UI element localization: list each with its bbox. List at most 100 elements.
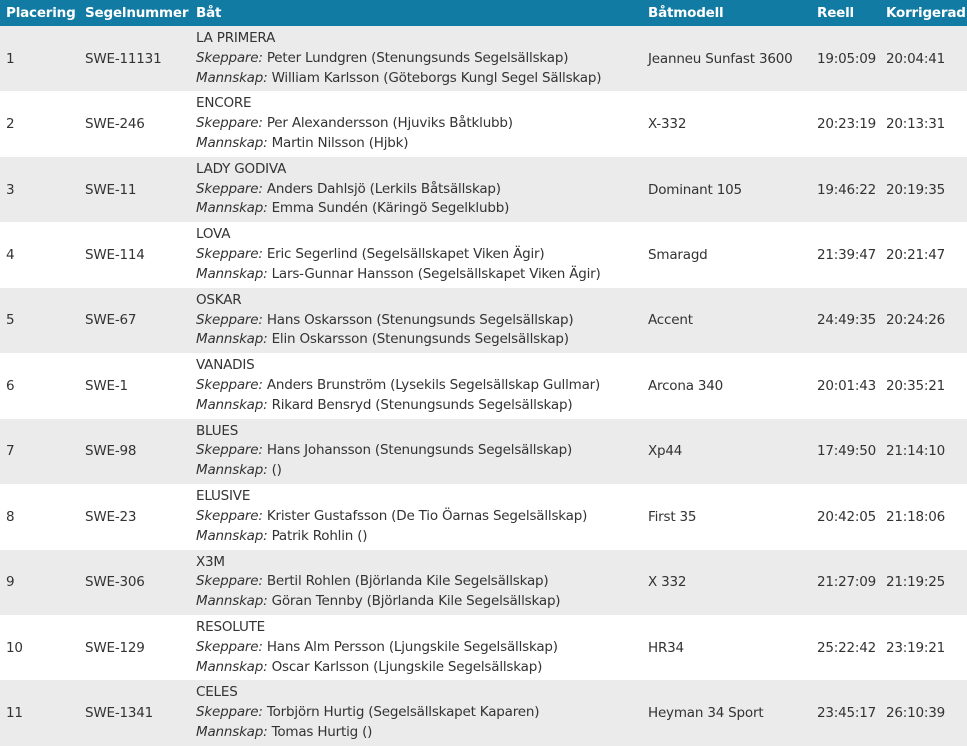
skipper-line: Skeppare: Per Alexandersson (Hjuviks Båt… — [196, 114, 642, 134]
skipper-line: Skeppare: Anders Brunström (Lysekils Seg… — [196, 376, 642, 396]
boat-name: VANADIS — [196, 357, 255, 374]
crew-value: Lars-Gunnar Hansson (Segelsällskapet Vik… — [271, 265, 601, 282]
table-row: 7 SWE-98 BLUES Skeppare: Hans Johansson (St… — [0, 418, 967, 485]
boat-name: CELES — [196, 684, 238, 701]
col-header-batmodell: Båtmodell — [648, 5, 724, 21]
crew-label: Mannskap: — [196, 69, 268, 86]
boat-model-cell: Dominant 105 — [648, 181, 742, 198]
skipper-line: Skeppare: Hans Alm Persson (Ljungskile S… — [196, 638, 642, 658]
boat-name: ENCORE — [196, 95, 252, 112]
boat-model-cell: HR34 — [648, 639, 684, 656]
placement-cell: 1 — [6, 50, 15, 67]
crew-label: Mannskap: — [196, 527, 268, 544]
crew-label: Mannskap: — [196, 593, 268, 610]
skipper-label: Skeppare: — [196, 377, 263, 393]
boat-cell: BLUES Skeppare: Hans Johansson (Stenungsu… — [190, 419, 642, 484]
col-header-bat: Båt — [196, 5, 222, 21]
corrected-time-cell: 26:10:39 — [886, 705, 946, 722]
skipper-label: Skeppare: — [196, 115, 263, 132]
boat-cell: LA PRIMERA Skeppare: Peter Lundgren (Sten… — [190, 26, 642, 91]
boat-cell: X3M Skeppare: Bertil Rohlen (Björlanda Ki… — [190, 550, 642, 615]
sail-number-cell: SWE-98 — [85, 443, 137, 460]
placement-cell: 11 — [6, 705, 23, 722]
crew-line: Mannskap: Elin Oskarsson (Stenungsunds S… — [196, 330, 642, 350]
crew-label: Mannskap: — [196, 723, 268, 740]
real-time-cell: 20:23:19 — [817, 116, 877, 133]
skipper-line: Skeppare: Hans Johansson (Stenungsunds S… — [196, 441, 642, 461]
sail-number-cell: SWE-114 — [85, 247, 145, 264]
boat-cell: RESOLUTE Skeppare: Hans Alm Persson (Ljun… — [190, 615, 642, 680]
sail-number-cell: SWE-23 — [85, 508, 137, 525]
skipper-label: Skeppare: — [196, 573, 263, 590]
crew-line: Mannskap: Oscar Karlsson (Ljungskile Seg… — [196, 658, 642, 678]
skipper-line: Skeppare: Krister Gustafsson (De Tio Öar… — [196, 507, 642, 527]
table-row: 4 SWE-114 LOVA Skeppare: Eric Segerlind (Se… — [0, 222, 967, 288]
table-row: 6 SWE-1 VANADIS Skeppare: Anders Brunström … — [0, 353, 967, 419]
boat-cell: VANADIS Skeppare: Anders Brunström (Lysek… — [190, 353, 642, 418]
crew-label: Mannskap: — [196, 200, 268, 217]
skipper-label: Skeppare: — [196, 49, 263, 66]
skipper-line: Skeppare: Hans Oskarsson (Stenungsunds S… — [196, 311, 642, 331]
table-row: 2 SWE-246 ENCORE Skeppare: Per Alexandersso… — [0, 91, 967, 157]
boat-cell: ENCORE Skeppare: Per Alexandersson (Hjuvi… — [190, 91, 642, 156]
boat-name: LA PRIMERA — [196, 30, 276, 47]
skipper-line: Skeppare: Anders Dahlsjö (Lerkils Båtsäl… — [196, 180, 642, 200]
corrected-time-cell: 20:04:41 — [886, 50, 946, 67]
crew-line: Mannskap: Emma Sundén (Käringö Segelklub… — [196, 199, 642, 219]
crew-line: Mannskap: Martin Nilsson (Hjbk) — [196, 134, 642, 154]
skipper-line: Skeppare: Bertil Rohlen (Björlanda Kile … — [196, 572, 642, 592]
real-time-cell: 17:49:50 — [817, 443, 877, 460]
crew-label: Mannskap: — [196, 462, 268, 479]
real-time-cell: 21:39:47 — [817, 247, 877, 264]
corrected-time-cell: 23:19:21 — [886, 639, 946, 656]
boat-model-cell: First 35 — [648, 508, 697, 525]
boat-model-cell: Heyman 34 Sport — [648, 705, 764, 722]
crew-label: Mannskap: — [196, 396, 268, 413]
table-row: 1 SWE-11131 LA PRIMERA Skeppare: Peter Lund… — [0, 26, 967, 92]
table-row: 11 SWE-1341 CELES Skeppare: Torbjörn Hurtig… — [0, 680, 967, 746]
table-row: 5 SWE-67 OSKAR Skeppare: Hans Oskarsson (St… — [0, 287, 967, 354]
corrected-time-cell: 20:35:21 — [886, 377, 946, 394]
crew-line: Mannskap: Tomas Hurtig () — [196, 723, 642, 743]
boat-model-cell: Jeanneu Sunfast 3600 — [648, 50, 793, 67]
corrected-time-cell: 21:18:06 — [886, 508, 946, 525]
boat-name: OSKAR — [196, 291, 242, 308]
skipper-label: Skeppare: — [196, 442, 263, 459]
crew-line: Mannskap: Rikard Bensryd (Stenungsunds S… — [196, 396, 642, 416]
crew-value: Elin Oskarsson (Stenungsunds Segelsällsk… — [271, 331, 569, 348]
boat-model-cell: Smaragd — [648, 247, 708, 264]
placement-cell: 2 — [6, 116, 15, 133]
real-time-cell: 21:27:09 — [817, 574, 877, 591]
crew-value: Patrik Rohlin () — [271, 527, 368, 544]
crew-line: Mannskap: Göran Tennby (Björlanda Kile S… — [196, 592, 642, 612]
crew-label: Mannskap: — [196, 658, 268, 675]
corrected-time-cell: 21:19:25 — [886, 574, 946, 591]
boat-model-cell: Arcona 340 — [648, 377, 724, 394]
placement-cell: 3 — [6, 181, 15, 198]
crew-line: Mannskap: Patrik Rohlin () — [196, 527, 642, 547]
crew-value: Rikard Bensryd (Stenungsunds Segelsällsk… — [271, 396, 573, 413]
real-time-cell: 19:05:09 — [817, 50, 877, 67]
skipper-value: Peter Lundgren (Stenungsunds Segelsällsk… — [266, 49, 569, 66]
sail-number-cell: SWE-246 — [85, 116, 145, 133]
real-time-cell: 20:42:05 — [817, 508, 877, 525]
crew-value: Martin Nilsson (Hjbk) — [271, 135, 409, 152]
boat-name: LADY GODIVA — [196, 160, 287, 177]
skipper-value: Hans Johansson (Stenungsunds Segelsällsk… — [266, 442, 573, 459]
crew-line: Mannskap: Lars-Gunnar Hansson (Segelsäll… — [196, 265, 642, 285]
table-row: 9 SWE-306 X3M Skeppare: Bertil Rohlen (Björ… — [0, 549, 967, 615]
crew-value: Göran Tennby (Björlanda Kile Segelsällsk… — [271, 593, 561, 610]
placement-cell: 9 — [6, 574, 15, 591]
header-row: Placering Segelnummer Båt Båtmodell Reel… — [0, 0, 967, 26]
crew-value: Emma Sundén (Käringö Segelklubb) — [271, 200, 510, 217]
boat-name: X3M — [196, 553, 225, 570]
placement-cell: 6 — [6, 377, 15, 394]
crew-value: William Karlsson (Göteborgs Kungl Segel … — [271, 69, 602, 86]
corrected-time-cell: 21:14:10 — [886, 443, 946, 460]
boat-name: BLUES — [196, 422, 239, 439]
sail-number-cell: SWE-11131 — [85, 50, 162, 67]
sail-number-cell: SWE-1341 — [85, 705, 154, 722]
corrected-time-cell: 20:19:35 — [886, 181, 946, 198]
crew-line: Mannskap: William Karlsson (Göteborgs Ku… — [196, 69, 642, 89]
table-row: 10 SWE-129 RESOLUTE Skeppare: Hans Alm Pers… — [0, 614, 967, 681]
